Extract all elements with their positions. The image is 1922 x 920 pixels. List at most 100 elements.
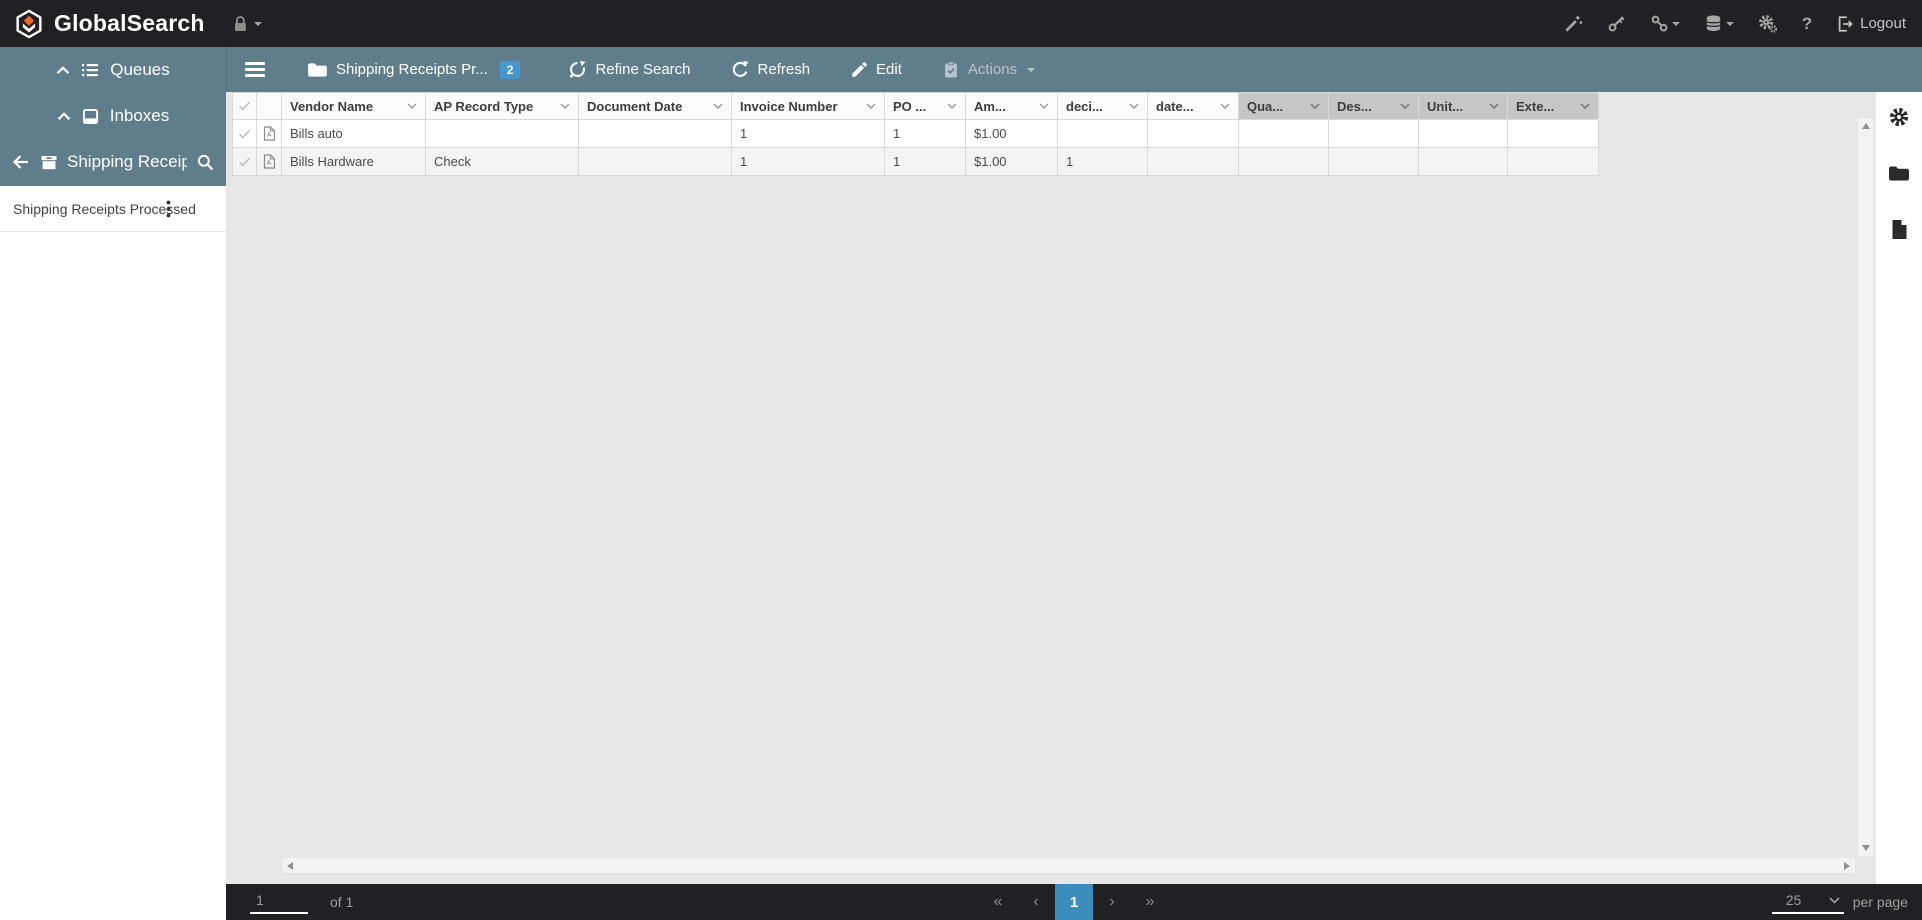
kebab-menu-icon[interactable] [166,200,171,218]
document-panel-button[interactable] [1890,219,1908,240]
chevron-down-icon [407,103,417,109]
folder-panel-button[interactable] [1888,165,1910,182]
brand-title: GlobalSearch [54,10,205,37]
globalsearch-app: GlobalSearch [0,0,1922,920]
pager-bar: 1 of 1 « ‹ 1 › » 25 per page [226,884,1922,920]
search-icon[interactable] [196,153,215,172]
last-page-button[interactable]: » [1131,884,1169,920]
logout-button[interactable]: Logout [1836,15,1906,33]
refresh-label: Refresh [758,61,811,78]
queues-list-icon [81,62,99,78]
first-page-button[interactable]: « [979,884,1017,920]
checkmark-icon [238,101,251,111]
scroll-right-arrow[interactable] [1844,862,1850,870]
top-bar: GlobalSearch [0,0,1922,47]
pager-controls: « ‹ 1 › » [979,884,1169,920]
pdf-document-icon [263,154,276,169]
grid-header-row: Vendor Name AP Record Type Document Date… [233,93,1599,120]
row-document-cell[interactable] [257,148,282,176]
scroll-left-arrow[interactable] [287,862,293,870]
column-header-description[interactable]: Des... [1329,93,1419,120]
document-icon-header[interactable] [257,93,282,120]
column-header-document-date[interactable]: Document Date [579,93,732,120]
results-grid: Vendor Name AP Record Type Document Date… [232,92,1599,176]
hamburger-menu-icon[interactable] [245,62,265,77]
vertical-scrollbar[interactable] [1857,117,1874,857]
chevron-down-icon [1829,897,1840,904]
per-page-select[interactable]: 25 [1772,890,1844,914]
refresh-icon [731,60,750,79]
refine-search-button[interactable]: Refine Search [568,60,690,79]
row-select-cell[interactable] [233,148,257,176]
scroll-up-arrow[interactable] [1862,123,1870,129]
select-all-header[interactable] [233,93,257,120]
row-document-cell[interactable] [257,120,282,148]
logout-label: Logout [1860,15,1906,32]
link-caret-icon [1672,22,1680,26]
sidebar-nav: Queues Inboxes [0,47,226,186]
previous-page-button[interactable]: ‹ [1017,884,1055,920]
lock-menu-button[interactable] [231,14,262,33]
column-header-vendor-name[interactable]: Vendor Name [282,93,426,120]
folder-icon [307,62,328,78]
per-page-group: 25 per page [1772,890,1922,914]
column-header-invoice-number[interactable]: Invoice Number [732,93,885,120]
inbox-list-item[interactable]: Shipping Receipts Processed [0,186,226,232]
chevron-down-icon [1400,103,1410,109]
quick-wand-button[interactable] [1564,14,1583,33]
document-icon [1890,219,1908,240]
column-header-date[interactable]: date... [1148,93,1239,120]
table-row[interactable]: Bills Hardware Check 1 1 $1.00 1 [233,148,1599,176]
column-header-po[interactable]: PO ... [885,93,966,120]
checkmark-icon [238,157,251,167]
results-toolbar: Shipping Receipts Pr... 2 Refine Search … [226,47,1922,92]
pdf-document-icon [263,126,276,141]
archive-panel-title[interactable]: Shipping Receip... [67,152,187,172]
refresh-button[interactable]: Refresh [731,60,811,79]
next-page-button[interactable]: › [1093,884,1131,920]
top-right-actions: ? Logout [1564,14,1922,34]
sidebar-item-inboxes[interactable]: Inboxes [0,93,226,139]
column-header-amount[interactable]: Am... [966,93,1058,120]
link-nodes-icon [1650,14,1669,33]
chevron-down-icon [866,103,876,109]
page-number-input[interactable]: 1 [250,890,308,914]
chevron-up-icon [56,66,70,75]
logout-icon [1836,15,1854,33]
key-tools-button[interactable] [1607,14,1626,33]
index-settings-button[interactable] [1888,106,1910,128]
settings-gears-button[interactable] [1758,14,1778,34]
column-header-quantity[interactable]: Qua... [1239,93,1329,120]
column-header-decimal[interactable]: deci... [1058,93,1148,120]
column-header-ap-record-type[interactable]: AP Record Type [426,93,579,120]
database-menu-button[interactable] [1704,14,1734,33]
edit-label: Edit [876,61,902,78]
help-button[interactable]: ? [1802,14,1812,34]
row-select-cell[interactable] [233,120,257,148]
sidebar-item-queues[interactable]: Queues [0,47,226,93]
key-icon [1607,14,1626,33]
current-page-button[interactable]: 1 [1055,884,1093,920]
lock-caret-icon [254,22,262,26]
inboxes-label: Inboxes [110,106,170,126]
chevron-down-icon [1310,103,1320,109]
chevron-down-icon [947,103,957,109]
per-page-value: 25 [1786,892,1802,908]
help-icon: ? [1802,14,1812,34]
chevron-down-icon [1039,103,1049,109]
actions-dropdown-button[interactable]: Actions [942,61,1035,79]
cell-vendor-name: Bills auto [282,120,426,148]
scroll-down-arrow[interactable] [1862,845,1870,851]
table-row[interactable]: Bills auto 1 1 $1.00 [233,120,1599,148]
horizontal-scrollbar[interactable] [281,857,1856,874]
column-header-extended[interactable]: Exte... [1508,93,1599,120]
back-arrow-icon[interactable] [11,153,31,171]
page-count-label: of 1 [330,894,353,910]
results-tab[interactable]: Shipping Receipts Pr... 2 [307,61,520,79]
link-menu-button[interactable] [1650,14,1680,33]
magic-wand-icon [1564,14,1583,33]
edit-button[interactable]: Edit [850,61,902,79]
column-header-unit[interactable]: Unit... [1419,93,1508,120]
gear-icon [1888,106,1910,128]
brand-logo[interactable]: GlobalSearch [0,9,205,39]
